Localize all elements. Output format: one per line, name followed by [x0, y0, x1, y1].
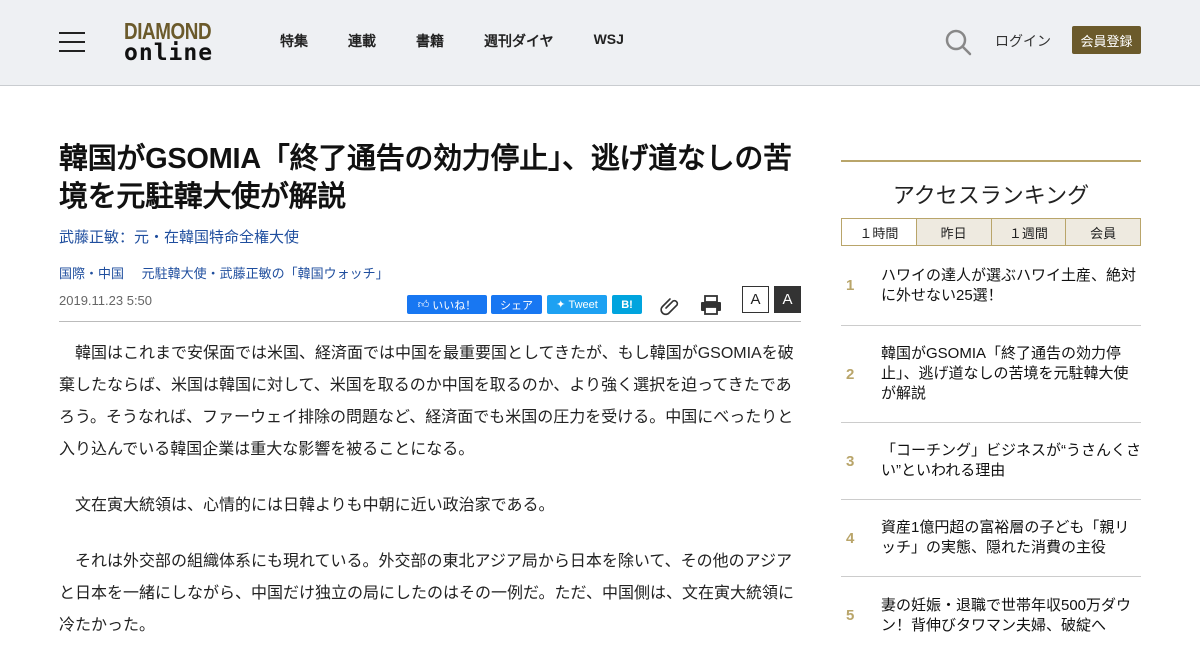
access-ranking: アクセスランキング １時間 昨日 １週間 会員 1 ハワイの達人が選ぶハワイ土産… — [841, 160, 1141, 654]
tab-yesterday[interactable]: 昨日 — [915, 219, 991, 245]
rank-number: 4 — [846, 529, 855, 547]
tweet-button[interactable]: ✦ Tweet — [547, 295, 607, 314]
nav-item-books[interactable]: 書籍 — [416, 31, 444, 51]
ranking-item[interactable]: 3 「コーチング」ビジネスが“うさんくさい”といわれる理由 — [841, 423, 1141, 500]
logo-top-text: DIAMOND — [124, 18, 212, 44]
rank-number: 5 — [846, 607, 855, 624]
rank-number: 2 — [846, 365, 855, 383]
ranking-item[interactable]: 2 韓国がGSOMIA「終了通告の効力停止」、逃げ道なしの苦境を元駐韓大使が解説 — [841, 326, 1141, 423]
login-link[interactable]: ログイン — [995, 31, 1051, 51]
rank-headline: 資産1億円超の富裕層の子ども「親リッチ」の実態、隠れた消費の主役 — [881, 519, 1130, 556]
rank-number: 3 — [846, 452, 855, 470]
site-logo[interactable]: DIAMOND online — [124, 20, 226, 65]
nav-item-weekly-diamond[interactable]: 週刊ダイヤ — [484, 31, 554, 51]
main-nav: 特集 連載 書籍 週刊ダイヤ WSJ — [280, 31, 664, 51]
ranking-title: アクセスランキング — [892, 183, 1090, 208]
article: 韓国がGSOMIA「終了通告の効力停止」、逃げ道なしの苦境を元駐韓大使が解説 武… — [59, 86, 801, 642]
font-size-small-button[interactable]: A — [742, 286, 769, 313]
article-categories: 国際・中国 元駐韓大使・武藤正敏の「韓国ウォッチ」 — [59, 263, 801, 282]
hatena-bookmark-button[interactable]: B! — [612, 295, 642, 314]
like-label: いいね！ — [432, 299, 477, 312]
tweet-label: Tweet — [568, 298, 598, 311]
rank-number: 1 — [846, 277, 855, 294]
font-size-large-button[interactable]: A — [774, 286, 801, 313]
nav-item-series[interactable]: 連載 — [348, 31, 376, 51]
nav-item-special[interactable]: 特集 — [280, 31, 308, 51]
ranking-item[interactable]: 5 妻の妊娠・退職で世帯年収500万ダウン！背伸びタワマン夫婦、破綻へ — [841, 577, 1141, 654]
article-author[interactable]: 武藤正敏：元・在韓国特命全権大使 — [59, 226, 801, 247]
article-paragraph: 韓国はこれまで安保面では米国、経済面では中国を最重要国としてきたが、もし韓国がG… — [59, 345, 794, 458]
search-icon[interactable] — [944, 28, 972, 56]
rank-headline: 「コーチング」ビジネスが“うさんくさい”といわれる理由 — [881, 442, 1141, 479]
register-button[interactable]: 会員登録 — [1072, 26, 1141, 54]
facebook-like-button[interactable]: 👍︎ いいね！ — [407, 295, 487, 314]
twitter-icon: ✦ — [556, 299, 569, 311]
ranking-item[interactable]: 1 ハワイの達人が選ぶハワイ土産、絶対に外せない25選！ — [841, 246, 1141, 326]
facebook-share-button[interactable]: シェア — [491, 295, 542, 314]
publish-date: 2019.11.23 5:50 — [59, 293, 153, 308]
article-body: 韓国はこれまで安保面では米国、経済面では中国を最重要国としてきたが、もし韓国がG… — [59, 338, 801, 642]
article-paragraph: それは外交部の組織体系にも現れている。外交部の東北アジア局から日本を除いて、その… — [59, 553, 795, 634]
category-link[interactable]: 国際・中国 — [59, 266, 124, 281]
article-paragraph: 文在寅大統領は、心情的には日韓よりも中朝に近い政治家である。 — [75, 497, 555, 514]
article-title: 韓国がGSOMIA「終了通告の効力停止」、逃げ道なしの苦境を元駐韓大使が解説 — [59, 143, 792, 213]
article-meta: 2019.11.23 5:50 👍︎ いいね！ シェア ✦ Tweet B! A… — [59, 282, 801, 322]
clip-icon[interactable] — [659, 294, 681, 316]
rank-headline: ハワイの達人が選ぶハワイ土産、絶対に外せない25選！ — [881, 266, 1137, 304]
logo-bottom-text: online — [124, 40, 214, 66]
site-header: DIAMOND online 特集 連載 書籍 週刊ダイヤ WSJ ログイン 会… — [0, 0, 1200, 86]
nav-item-wsj[interactable]: WSJ — [594, 31, 624, 51]
tab-members[interactable]: 会員 — [1065, 219, 1140, 245]
ranking-tabs: １時間 昨日 １週間 会員 — [841, 218, 1141, 246]
series-link[interactable]: 元駐韓大使・武藤正敏の「韓国ウォッチ」 — [142, 266, 389, 281]
tab-week[interactable]: １週間 — [990, 219, 1066, 245]
print-icon[interactable] — [700, 294, 722, 316]
rank-headline: 韓国がGSOMIA「終了通告の効力停止」、逃げ道なしの苦境を元駐韓大使が解説 — [881, 345, 1129, 402]
ranking-item[interactable]: 4 資産1億円超の富裕層の子ども「親リッチ」の実態、隠れた消費の主役 — [841, 500, 1141, 577]
menu-icon[interactable] — [59, 32, 85, 52]
tab-hour[interactable]: １時間 — [842, 219, 916, 245]
thumbs-up-icon: 👍︎ — [417, 299, 433, 311]
